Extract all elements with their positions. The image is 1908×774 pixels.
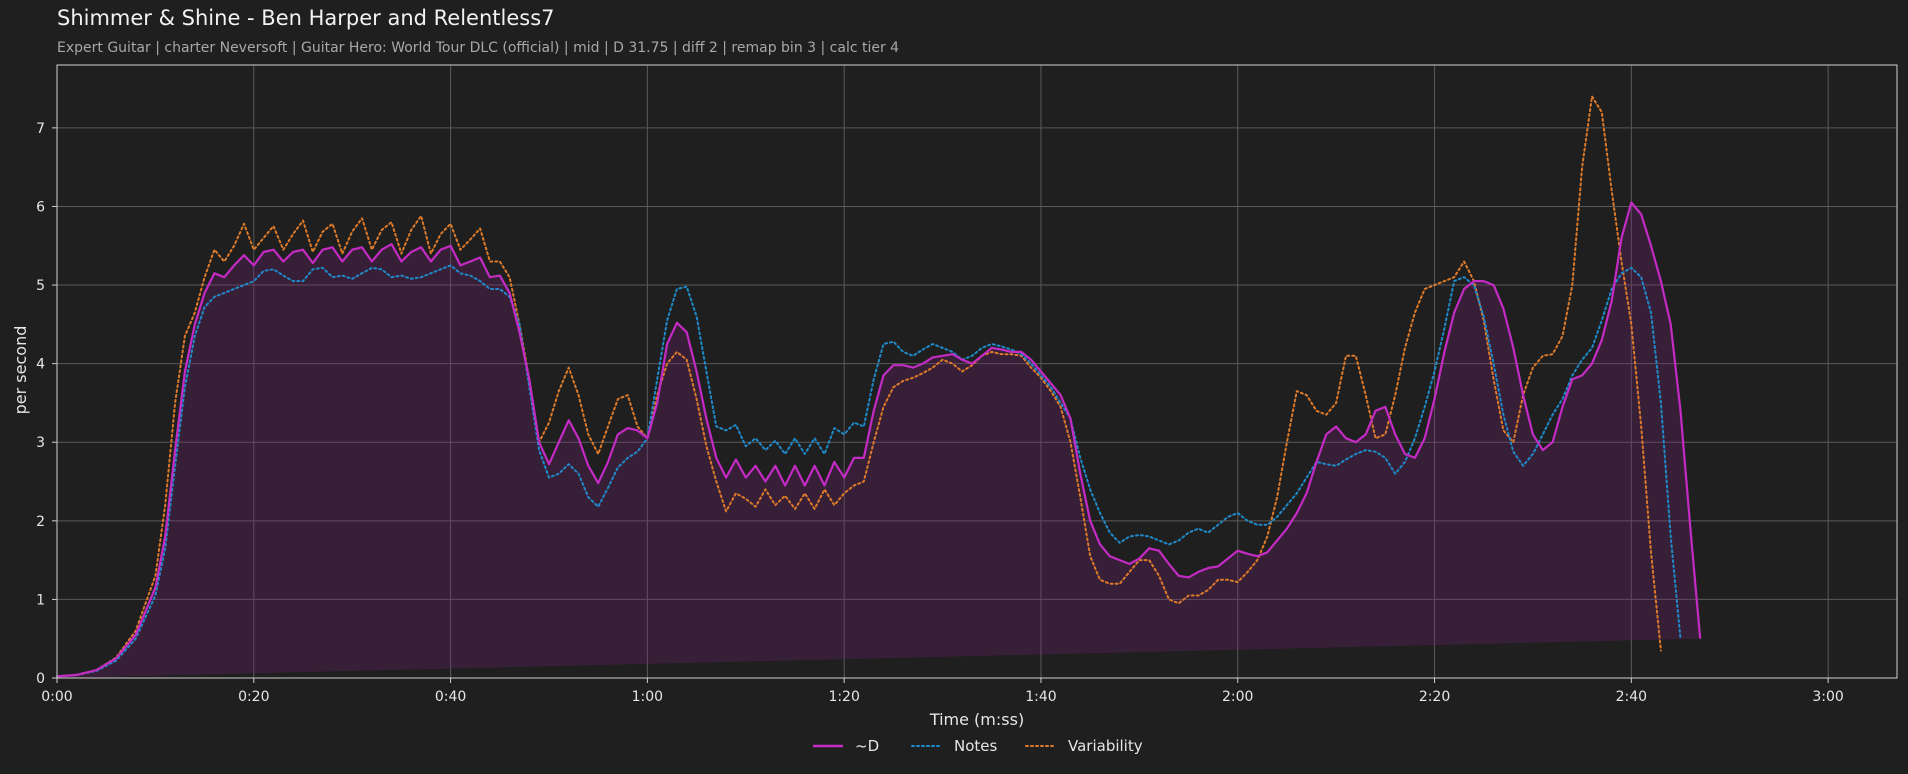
y-tick-label: 6 (36, 199, 45, 215)
x-axis-ticks: 0:00 0:20 0:40 1:00 1:20 1:40 2:00 2:20 2:40 3:00 (41, 678, 1844, 705)
y-tick-label: 0 (36, 671, 45, 687)
x-tick-label: 0:40 (435, 689, 466, 705)
x-tick-label: 0:00 (41, 689, 72, 705)
y-tick-label: 5 (36, 278, 45, 294)
x-tick-label: 2:00 (1222, 689, 1253, 705)
x-tick-label: 1:40 (1025, 689, 1056, 705)
x-tick-label: 2:40 (1616, 689, 1647, 705)
x-tick-label: 1:00 (632, 689, 663, 705)
x-tick-label: 0:20 (238, 689, 269, 705)
area-fill (57, 202, 1701, 678)
y-axis-label: per second (11, 326, 30, 415)
x-axis-label: Time (m:ss) (929, 710, 1024, 729)
x-tick-label: 1:20 (828, 689, 859, 705)
y-tick-label: 3 (36, 435, 45, 451)
legend-label: Notes (954, 737, 998, 755)
x-tick-label: 2:20 (1419, 689, 1450, 705)
line-chart: 0:00 0:20 0:40 1:00 1:20 1:40 2:00 2:20 2:40 3:00… (11, 64, 1898, 755)
y-tick-label: 1 (36, 592, 45, 608)
legend: ~D Notes Variability (813, 737, 1143, 755)
legend-label: ~D (855, 737, 879, 755)
y-axis-ticks: 0 1 2 3 4 5 6 7 (36, 121, 57, 687)
legend-label: Variability (1068, 737, 1143, 755)
y-tick-label: 7 (36, 121, 45, 137)
d-area-fill (57, 202, 1701, 678)
y-tick-label: 4 (36, 357, 45, 373)
x-tick-label: 3:00 (1812, 689, 1843, 705)
y-tick-label: 2 (36, 514, 45, 530)
